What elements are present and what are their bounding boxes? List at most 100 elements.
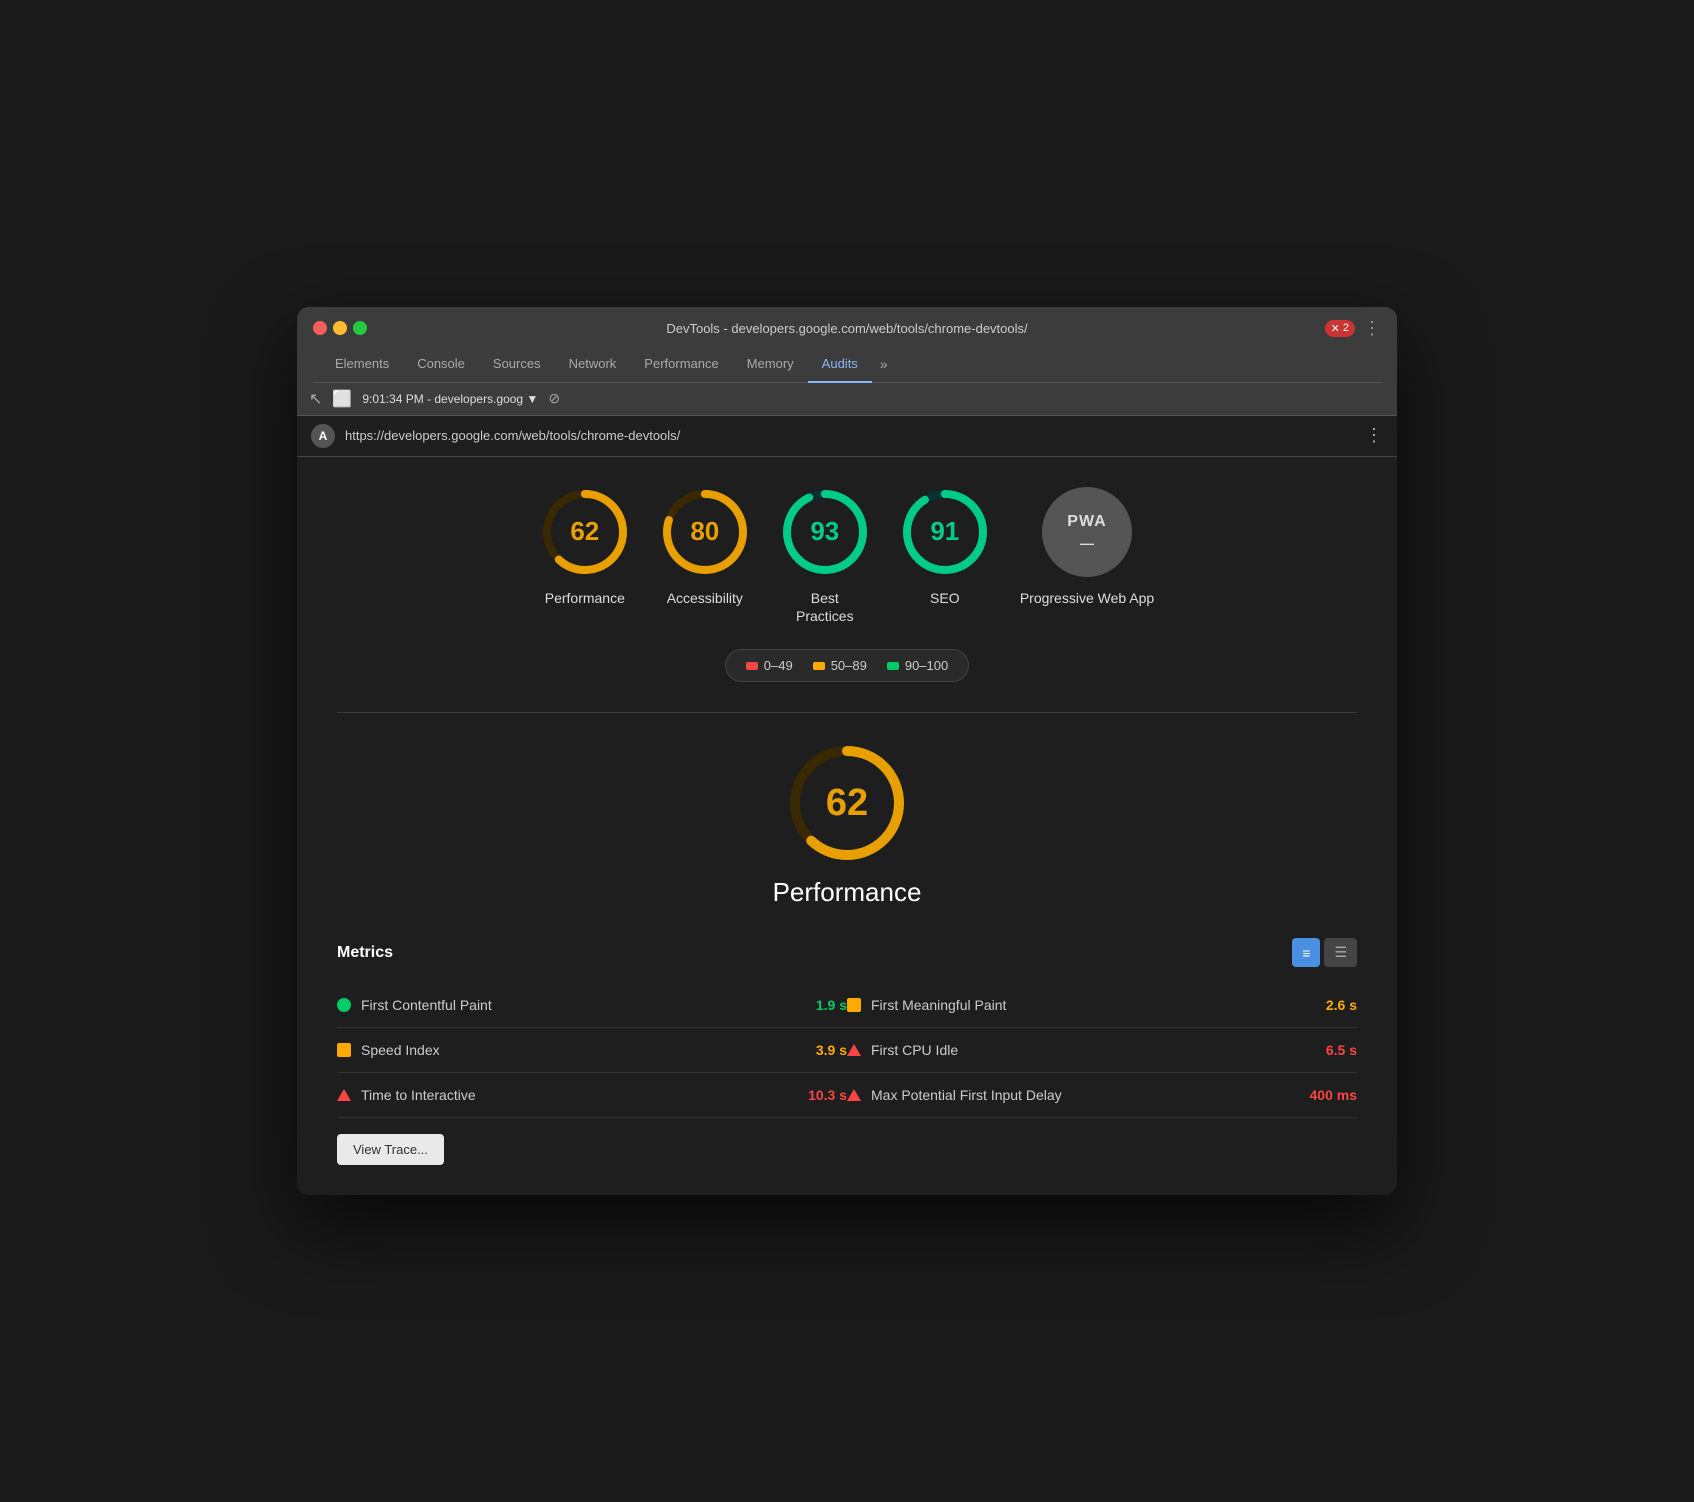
metrics-section: Metrics ≡ ☰ First Contentful Paint [337,938,1357,1165]
tab-audits[interactable]: Audits [808,346,872,383]
score-card-accessibility: 80 Accessibility [660,487,750,625]
fci-value: 6.5 s [1326,1042,1357,1058]
score-ring-seo: 91 [900,487,990,577]
legend-dot-average [813,662,825,670]
legend: 0–49 50–89 90–100 [337,649,1357,682]
pwa-text: PWA [1067,513,1106,531]
metric-row-si: Speed Index 3.9 s [337,1028,847,1073]
score-value-seo: 91 [930,516,959,547]
si-name: Speed Index [361,1042,806,1058]
minimize-button[interactable] [333,321,347,335]
no-throttle-icon: ⊘ [548,390,560,407]
view-toggle: ≡ ☰ [1292,938,1357,967]
pwa-dash: — [1080,535,1094,551]
fci-icon [847,1044,861,1056]
big-score-section: 62 Performance [337,743,1357,908]
score-card-pwa: PWA — Progressive Web App [1020,487,1154,625]
tti-name: Time to Interactive [361,1087,798,1103]
big-score-value: 62 [826,782,868,825]
metrics-col-right: First Meaningful Paint 2.6 s First CPU I… [847,983,1357,1118]
tab-more-icon[interactable]: » [872,346,896,382]
fcp-value: 1.9 s [816,997,847,1013]
pwa-circle: PWA — [1042,487,1132,577]
score-label-pwa: Progressive Web App [1020,589,1154,607]
cursor-icon: ↖ [309,389,322,409]
secondary-bar: ↖ ⬜ 9:01:34 PM - developers.goog ▼ ⊘ [297,383,1397,416]
metric-row-fci: First CPU Idle 6.5 s [847,1028,1357,1073]
url-bar: A https://developers.google.com/web/tool… [297,416,1397,457]
list-icon: ☰ [1334,944,1347,961]
session-info: 9:01:34 PM - developers.goog ▼ [362,392,538,406]
error-x-icon: ✕ [1331,322,1340,335]
mpfid-value: 400 ms [1310,1087,1357,1103]
legend-dot-fail [746,662,758,670]
devtools-menu-icon[interactable]: ⋮ [1363,318,1381,339]
fmp-value: 2.6 s [1326,997,1357,1013]
legend-pass: 90–100 [887,658,948,673]
fcp-icon [337,998,351,1012]
grid-icon: ≡ [1302,945,1310,961]
error-badge[interactable]: ✕ 2 [1325,320,1355,337]
metrics-header: Metrics ≡ ☰ [337,938,1357,967]
metric-row-tti: Time to Interactive 10.3 s [337,1073,847,1118]
si-value: 3.9 s [816,1042,847,1058]
site-icon: A [311,424,335,448]
mpfid-icon [847,1089,861,1101]
metric-row-fcp: First Contentful Paint 1.9 s [337,983,847,1028]
main-content: 62 Performance 80 Accessibility [297,457,1397,1195]
bottom-hint: View Trace... [337,1134,1357,1165]
tti-value: 10.3 s [808,1087,847,1103]
score-label-seo: SEO [930,589,960,607]
fcp-name: First Contentful Paint [361,997,806,1013]
legend-average: 50–89 [813,658,867,673]
fci-name: First CPU Idle [871,1042,1316,1058]
legend-inner: 0–49 50–89 90–100 [725,649,969,682]
score-ring-best-practices: 93 [780,487,870,577]
big-score-ring: 62 [787,743,907,863]
tab-network[interactable]: Network [555,346,631,383]
fmp-icon [847,998,861,1012]
fmp-name: First Meaningful Paint [871,997,1316,1013]
legend-fail: 0–49 [746,658,793,673]
metrics-grid: First Contentful Paint 1.9 s Speed Index… [337,983,1357,1118]
legend-pass-label: 90–100 [905,658,948,673]
tab-bar: Elements Console Sources Network Perform… [313,346,1381,383]
score-label-accessibility: Accessibility [667,589,743,607]
toggle-list-button[interactable]: ☰ [1324,938,1357,967]
legend-average-label: 50–89 [831,658,867,673]
tti-icon [337,1089,351,1101]
score-cards: 62 Performance 80 Accessibility [337,487,1357,625]
score-label-best-practices: BestPractices [796,589,854,625]
score-value-accessibility: 80 [690,516,719,547]
score-ring-performance: 62 [540,487,630,577]
device-icon: ⬜ [332,389,352,409]
tab-console[interactable]: Console [403,346,479,383]
view-trace-button[interactable]: View Trace... [337,1134,444,1165]
mpfid-name: Max Potential First Input Delay [871,1087,1300,1103]
score-card-best-practices: 93 BestPractices [780,487,870,625]
title-bar-right: ✕ 2 ⋮ [1325,318,1381,339]
metric-row-mpfid: Max Potential First Input Delay 400 ms [847,1073,1357,1118]
tab-performance[interactable]: Performance [630,346,732,383]
tab-memory[interactable]: Memory [733,346,808,383]
legend-fail-label: 0–49 [764,658,793,673]
url-menu-icon[interactable]: ⋮ [1365,425,1383,446]
score-value-performance: 62 [570,516,599,547]
toggle-grid-button[interactable]: ≡ [1292,938,1320,967]
metrics-col-left: First Contentful Paint 1.9 s Speed Index… [337,983,847,1118]
score-label-performance: Performance [545,589,625,607]
close-button[interactable] [313,321,327,335]
score-card-seo: 91 SEO [900,487,990,625]
url-text: https://developers.google.com/web/tools/… [345,428,1355,443]
tab-elements[interactable]: Elements [321,346,403,383]
title-row: DevTools - developers.google.com/web/too… [313,321,1381,336]
title-bar: DevTools - developers.google.com/web/too… [297,307,1397,383]
error-count: 2 [1343,322,1349,334]
si-icon [337,1043,351,1057]
big-score-label: Performance [773,877,922,908]
maximize-button[interactable] [353,321,367,335]
score-value-best-practices: 93 [810,516,839,547]
metrics-title: Metrics [337,944,393,962]
tab-sources[interactable]: Sources [479,346,555,383]
legend-dot-pass [887,662,899,670]
